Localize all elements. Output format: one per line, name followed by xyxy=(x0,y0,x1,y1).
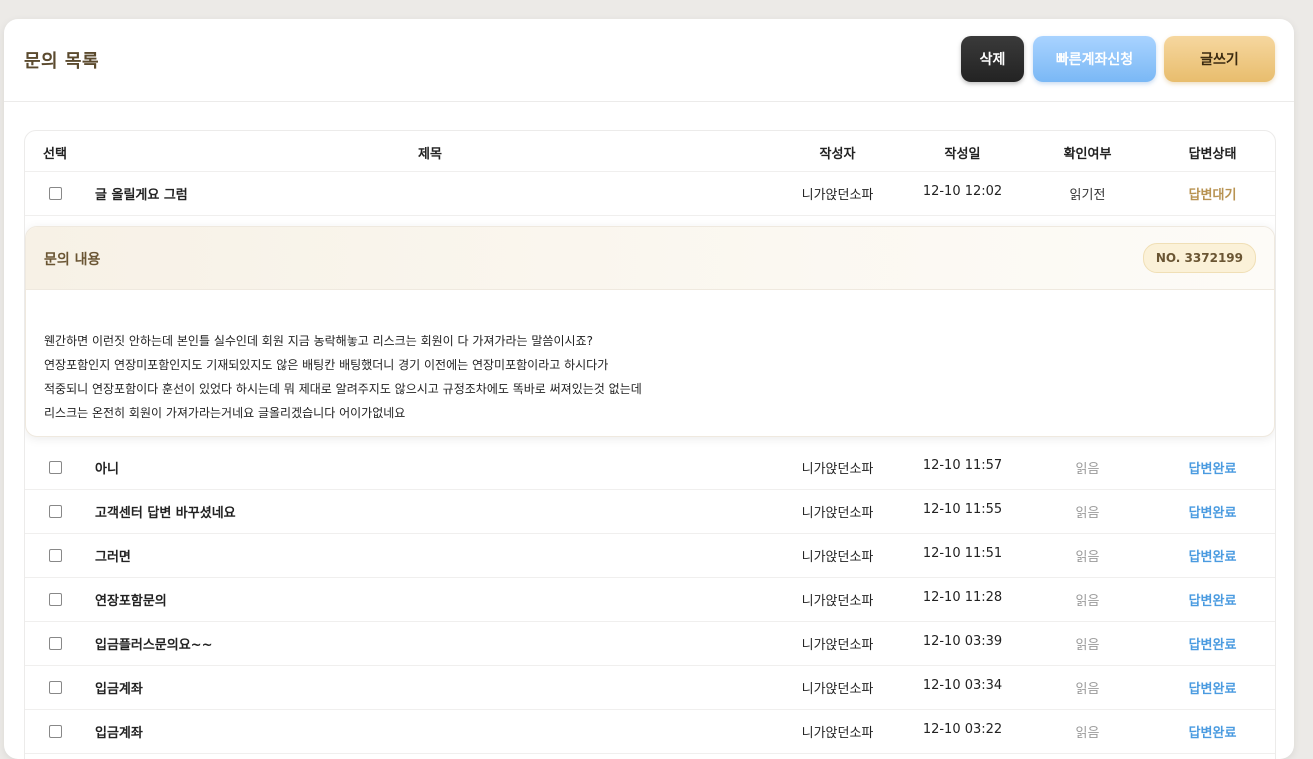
row-checkbox[interactable] xyxy=(48,593,62,606)
table-row[interactable]: 입금계좌 니가앉던소파 12-10 03:34 읽음 답변완료 xyxy=(25,665,1275,710)
row-author: 니가앉던소파 xyxy=(801,550,874,565)
page-title: 문의 목록 xyxy=(24,51,100,72)
row-answer-status: 답변완료 xyxy=(1188,462,1237,477)
row-select xyxy=(25,722,85,742)
row-author: 니가앉던소파 xyxy=(801,462,874,477)
row-checkbox[interactable] xyxy=(48,681,62,694)
row-read-status: 읽음 xyxy=(1075,594,1100,609)
row-answer-status: 답변완료 xyxy=(1188,594,1237,609)
row-read-status: 읽음 xyxy=(1075,726,1100,741)
inquiry-detail-header: 문의 내용 NO. 3372199 xyxy=(26,227,1274,290)
inquiry-detail-body: 웬간하면 이런짓 안하는데 본인틀 실수인데 회원 지금 농락해놓고 리스크는 … xyxy=(44,329,1256,425)
column-header-select: 선택 xyxy=(43,147,67,162)
row-title[interactable]: 글 올릴게요 그럼 xyxy=(95,184,775,203)
row-answer-status: 답변완료 xyxy=(1188,682,1237,697)
row-date: 12-10 11:57 xyxy=(922,458,1003,473)
row-checkbox[interactable] xyxy=(48,187,62,200)
inquiry-number-badge: NO. 3372199 xyxy=(1142,243,1256,273)
table-row[interactable]: 입금플러스문의요~~ 니가앉던소파 12-10 03:39 읽음 답변완료 xyxy=(25,621,1275,666)
row-author: 니가앉던소파 xyxy=(801,506,874,521)
table-row-expanded[interactable]: 글 올릴게요 그럼 니가앉던소파 12-10 12:02 읽기전 답변대기 xyxy=(25,171,1275,216)
row-answer-status: 답변완료 xyxy=(1188,550,1237,565)
column-header-author: 작성자 xyxy=(819,147,856,162)
table-row[interactable]: 아니 니가앉던소파 12-10 11:57 읽음 답변완료 xyxy=(25,445,1275,490)
row-checkbox[interactable] xyxy=(48,549,62,562)
panel-header: 문의 목록 삭제 빠른계좌신청 글쓰기 xyxy=(4,19,1294,102)
inquiry-detail-line: 리스크는 온전히 회원이 가져가라는거네요 글올리겠습니다 어이가없네요 xyxy=(44,406,406,420)
inquiry-detail: 문의 내용 NO. 3372199 웬간하면 이런짓 안하는데 본인틀 실수인데… xyxy=(25,226,1275,437)
row-answer-status: 답변완료 xyxy=(1188,726,1237,741)
row-answer-status: 답변완료 xyxy=(1188,506,1237,521)
column-header-title: 제목 xyxy=(418,147,442,162)
inquiry-detail-title: 문의 내용 xyxy=(44,252,101,268)
row-checkbox[interactable] xyxy=(48,505,62,518)
row-date: 12-10 11:55 xyxy=(922,502,1003,517)
row-checkbox[interactable] xyxy=(48,725,62,738)
row-select xyxy=(25,502,85,522)
inquiry-detail-line: 연장포함인지 연장미포함인지도 기재되있지도 않은 배팅칸 배팅했더니 경기 이… xyxy=(44,358,609,372)
row-title[interactable]: 그러면 xyxy=(95,546,775,565)
row-read-status: 읽기전 xyxy=(1069,188,1106,203)
row-title[interactable]: 입금계좌 xyxy=(95,678,775,697)
row-title[interactable]: 고객센터 답변 바꾸셨네요 xyxy=(95,502,775,521)
inquiry-table: 선택 제목 작성자 작성일 확인여부 답변상태 글 올릴게요 그럼 니가앉던소파… xyxy=(24,130,1276,759)
inquiry-panel: 문의 목록 삭제 빠른계좌신청 글쓰기 선택 제목 작성자 작성일 확인여부 답… xyxy=(4,19,1294,759)
write-button[interactable]: 글쓰기 xyxy=(1164,36,1275,82)
row-title[interactable]: 입금플러스문의요~~ xyxy=(95,634,775,653)
inquiry-detail-line: 적중되니 연장포함이다 훈선이 있었다 하시는데 뭐 제대로 알려주지도 않으시… xyxy=(44,382,642,396)
fast-account-request-button[interactable]: 빠른계좌신청 xyxy=(1033,36,1156,82)
row-checkbox[interactable] xyxy=(48,637,62,650)
row-author: 니가앉던소파 xyxy=(801,638,874,653)
column-header-date: 작성일 xyxy=(944,147,981,162)
row-date: 12-10 11:51 xyxy=(922,546,1003,561)
row-author: 니가앉던소파 xyxy=(801,682,874,697)
row-date: 12-10 03:39 xyxy=(922,634,1003,649)
table-header: 선택 제목 작성자 작성일 확인여부 답변상태 xyxy=(25,131,1275,172)
row-select xyxy=(25,634,85,654)
row-select xyxy=(25,184,85,204)
row-date: 12-10 12:02 xyxy=(922,184,1003,199)
row-read-status: 읽음 xyxy=(1075,462,1100,477)
inquiry-detail-line: 웬간하면 이런짓 안하는데 본인틀 실수인데 회원 지금 농락해놓고 리스크는 … xyxy=(44,334,593,348)
row-read-status: 읽음 xyxy=(1075,550,1100,565)
row-read-status: 읽음 xyxy=(1075,506,1100,521)
row-read-status: 읽음 xyxy=(1075,682,1100,697)
row-date: 12-10 03:34 xyxy=(922,678,1003,693)
row-title[interactable]: 입금계좌 xyxy=(95,722,775,741)
row-author: 니가앉던소파 xyxy=(801,188,874,203)
delete-button[interactable]: 삭제 xyxy=(961,36,1024,82)
table-row[interactable]: 고객센터 답변 바꾸셨네요 니가앉던소파 12-10 11:55 읽음 답변완료 xyxy=(25,489,1275,534)
row-date: 12-10 11:28 xyxy=(922,590,1003,605)
row-select xyxy=(25,458,85,478)
row-read-status: 읽음 xyxy=(1075,638,1100,653)
row-author: 니가앉던소파 xyxy=(801,594,874,609)
column-header-read: 확인여부 xyxy=(1063,147,1112,162)
row-title[interactable]: 연장포함문의 xyxy=(95,590,775,609)
row-author: 니가앉던소파 xyxy=(801,726,874,741)
table-row[interactable]: 입금계좌 니가앉던소파 12-10 03:22 읽음 답변완료 xyxy=(25,709,1275,754)
row-checkbox[interactable] xyxy=(48,461,62,474)
row-answer-status: 답변대기 xyxy=(1188,188,1237,203)
row-select xyxy=(25,590,85,610)
row-select xyxy=(25,546,85,566)
row-date: 12-10 03:22 xyxy=(922,722,1003,737)
column-header-status: 답변상태 xyxy=(1188,147,1237,162)
row-answer-status: 답변완료 xyxy=(1188,638,1237,653)
table-row[interactable]: 그러면 니가앉던소파 12-10 11:51 읽음 답변완료 xyxy=(25,533,1275,578)
row-select xyxy=(25,678,85,698)
table-row[interactable]: 연장포함문의 니가앉던소파 12-10 11:28 읽음 답변완료 xyxy=(25,577,1275,622)
row-title[interactable]: 아니 xyxy=(95,458,775,477)
